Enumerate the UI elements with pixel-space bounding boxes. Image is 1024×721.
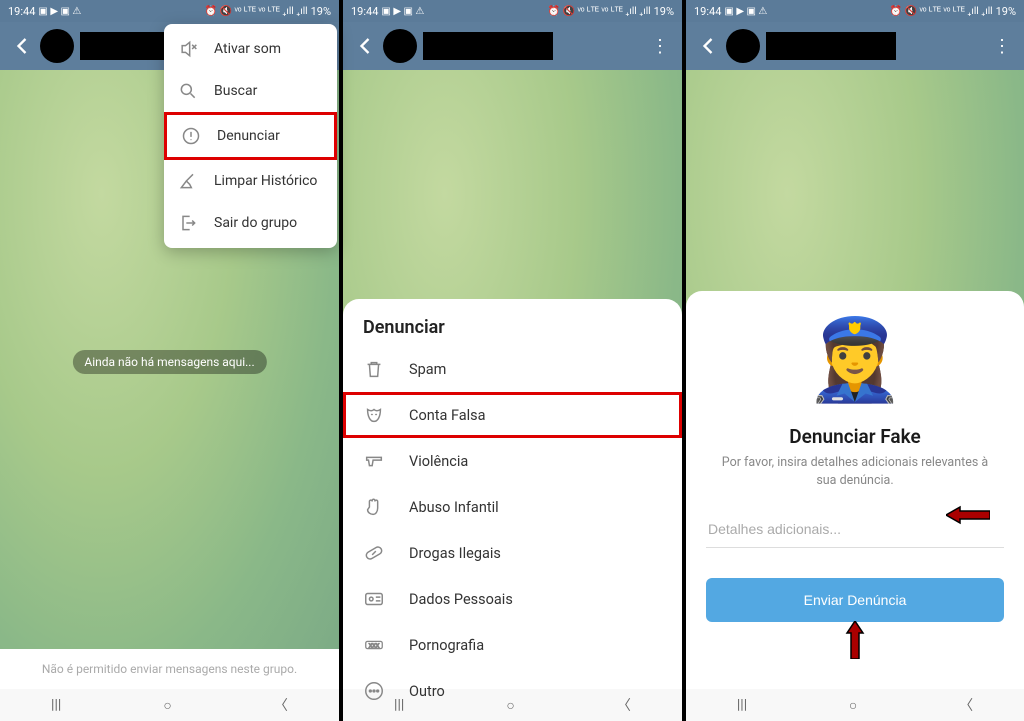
- dots-circle-icon: [363, 680, 385, 702]
- back-button[interactable]: [8, 32, 36, 60]
- report-fake-sheet: 👮‍♀️ Denunciar Fake Por favor, insira de…: [686, 291, 1024, 689]
- report-label: Pornografia: [409, 637, 484, 654]
- report-label: Drogas Ilegais: [409, 545, 501, 562]
- chat-title-redacted[interactable]: [423, 32, 553, 60]
- status-icons-right: ⏰ 🔇 ᵛᵒ ᴸᵀᴱ ᵛᵒ ᴸᵀᴱ ₊ıll ₊ıll: [548, 6, 651, 17]
- more-button[interactable]: ⋮: [646, 36, 674, 57]
- svg-text:XXX: XXX: [369, 643, 380, 649]
- status-icons-right: ⏰ 🔇 ᵛᵒ ᴸᵀᴱ ᵛᵒ ᴸᵀᴱ ₊ıll ₊ıll: [205, 6, 308, 17]
- statusbar: 19:44▣ ▶ ▣ ⚠ ⏰ 🔇 ᵛᵒ ᴸᵀᴱ ᵛᵒ ᴸᵀᴱ ₊ıll ₊ıll…: [343, 0, 682, 22]
- report-spam[interactable]: Spam: [343, 346, 682, 392]
- nav-recent[interactable]: |||: [717, 693, 767, 717]
- menu-denunciar[interactable]: Denunciar: [164, 112, 337, 160]
- screenshot-1: 19:44 ▣ ▶ ▣ ⚠ ⏰ 🔇 ᵛᵒ ᴸᵀᴱ ᵛᵒ ᴸᵀᴱ ₊ıll ₊ıl…: [0, 0, 339, 721]
- status-icons-left: ▣ ▶ ▣ ⚠: [38, 6, 81, 17]
- more-button[interactable]: ⋮: [988, 36, 1016, 57]
- screenshot-3: 19:44▣ ▶ ▣ ⚠ ⏰ 🔇 ᵛᵒ ᴸᵀᴱ ᵛᵒ ᴸᵀᴱ ₊ıll ₊ıll…: [686, 0, 1024, 721]
- report-conta-falsa[interactable]: Conta Falsa: [343, 392, 682, 438]
- menu-ativar-som[interactable]: Ativar som: [164, 28, 337, 70]
- alert-circle-icon: [181, 126, 201, 146]
- trash-icon: [363, 358, 385, 380]
- menu-buscar[interactable]: Buscar: [164, 70, 337, 112]
- chat-title-redacted[interactable]: [766, 32, 896, 60]
- submit-report-button[interactable]: Enviar Denúncia: [706, 578, 1004, 622]
- status-battery: 19%: [311, 5, 331, 18]
- gun-icon: [363, 450, 385, 472]
- status-time: 19:44: [351, 5, 378, 18]
- sound-off-icon: [178, 39, 198, 59]
- mask-icon: [363, 404, 385, 426]
- status-battery: 19%: [654, 5, 674, 18]
- broom-icon: [178, 171, 198, 191]
- search-icon: [178, 81, 198, 101]
- status-icons-right: ⏰ 🔇 ᵛᵒ ᴸᵀᴱ ᵛᵒ ᴸᵀᴱ ₊ıll ₊ıll: [890, 6, 993, 17]
- report-fake-subtitle: Por favor, insira detalhes adicionais re…: [706, 454, 1004, 489]
- statusbar: 19:44▣ ▶ ▣ ⚠ ⏰ 🔇 ᵛᵒ ᴸᵀᴱ ᵛᵒ ᴸᵀᴱ ₊ıll ₊ıll…: [686, 0, 1024, 22]
- pill-icon: [363, 542, 385, 564]
- exit-icon: [178, 213, 198, 233]
- annotation-arrow-submit: [845, 621, 865, 659]
- nav-home[interactable]: ○: [829, 693, 877, 718]
- statusbar: 19:44 ▣ ▶ ▣ ⚠ ⏰ 🔇 ᵛᵒ ᴸᵀᴱ ᵛᵒ ᴸᵀᴱ ₊ıll ₊ıl…: [0, 0, 339, 22]
- report-label: Outro: [409, 683, 445, 700]
- menu-label: Ativar som: [214, 41, 281, 57]
- hand-icon: [363, 496, 385, 518]
- back-button[interactable]: [351, 32, 379, 60]
- nav-home[interactable]: ○: [143, 693, 191, 718]
- report-label: Spam: [409, 361, 446, 378]
- report-dados-pessoais[interactable]: Dados Pessoais: [343, 576, 682, 622]
- app-bar: ⋮: [343, 22, 682, 70]
- report-drogas-ilegais[interactable]: Drogas Ilegais: [343, 530, 682, 576]
- menu-label: Limpar Histórico: [214, 173, 317, 189]
- annotation-arrow-input: [946, 505, 990, 525]
- report-label: Violência: [409, 453, 468, 470]
- status-icons-left: ▣ ▶ ▣ ⚠: [381, 6, 424, 17]
- back-button[interactable]: [694, 32, 722, 60]
- report-fake-title: Denunciar Fake: [789, 425, 920, 448]
- report-label: Conta Falsa: [409, 407, 486, 424]
- menu-label: Sair do grupo: [214, 215, 297, 231]
- menu-sair-do-grupo[interactable]: Sair do grupo: [164, 202, 337, 244]
- empty-chat-label: Ainda não há mensagens aqui...: [72, 350, 266, 374]
- id-card-icon: [363, 588, 385, 610]
- send-disabled-bar: Não é permitido enviar mensagens neste g…: [0, 649, 339, 689]
- status-time: 19:44: [694, 5, 721, 18]
- report-label: Abuso Infantil: [409, 499, 499, 516]
- status-icons-left: ▣ ▶ ▣ ⚠: [724, 6, 767, 17]
- report-violencia[interactable]: Violência: [343, 438, 682, 484]
- report-label: Dados Pessoais: [409, 591, 513, 608]
- screenshot-2: 19:44▣ ▶ ▣ ⚠ ⏰ 🔇 ᵛᵒ ᴸᵀᴱ ᵛᵒ ᴸᵀᴱ ₊ıll ₊ıll…: [343, 0, 682, 721]
- menu-label: Denunciar: [217, 128, 280, 144]
- nav-recent[interactable]: |||: [31, 693, 81, 717]
- report-outro[interactable]: Outro: [343, 668, 682, 714]
- report-abuso-infantil[interactable]: Abuso Infantil: [343, 484, 682, 530]
- chat-avatar[interactable]: [726, 29, 760, 63]
- nav-back[interactable]: 〈: [254, 691, 308, 719]
- nav-back[interactable]: 〈: [939, 691, 993, 719]
- status-battery: 19%: [996, 5, 1016, 18]
- overflow-menu: Ativar som Buscar Denunciar Limpar Histó…: [164, 24, 337, 248]
- report-sheet: Denunciar Spam Conta Falsa Violência Abu…: [343, 299, 682, 689]
- menu-limpar-historico[interactable]: Limpar Histórico: [164, 160, 337, 202]
- chat-avatar[interactable]: [383, 29, 417, 63]
- police-emoji-icon: 👮‍♀️: [800, 305, 910, 415]
- status-time: 19:44: [8, 5, 35, 18]
- chat-avatar[interactable]: [40, 29, 74, 63]
- report-pornografia[interactable]: XXX Pornografia: [343, 622, 682, 668]
- report-sheet-title: Denunciar: [343, 317, 682, 346]
- xxx-icon: XXX: [363, 634, 385, 656]
- android-navbar: ||| ○ 〈: [686, 689, 1024, 721]
- menu-label: Buscar: [214, 83, 257, 99]
- app-bar: ⋮: [686, 22, 1024, 70]
- android-navbar: ||| ○ 〈: [0, 689, 339, 721]
- chat-title-redacted[interactable]: [80, 32, 170, 60]
